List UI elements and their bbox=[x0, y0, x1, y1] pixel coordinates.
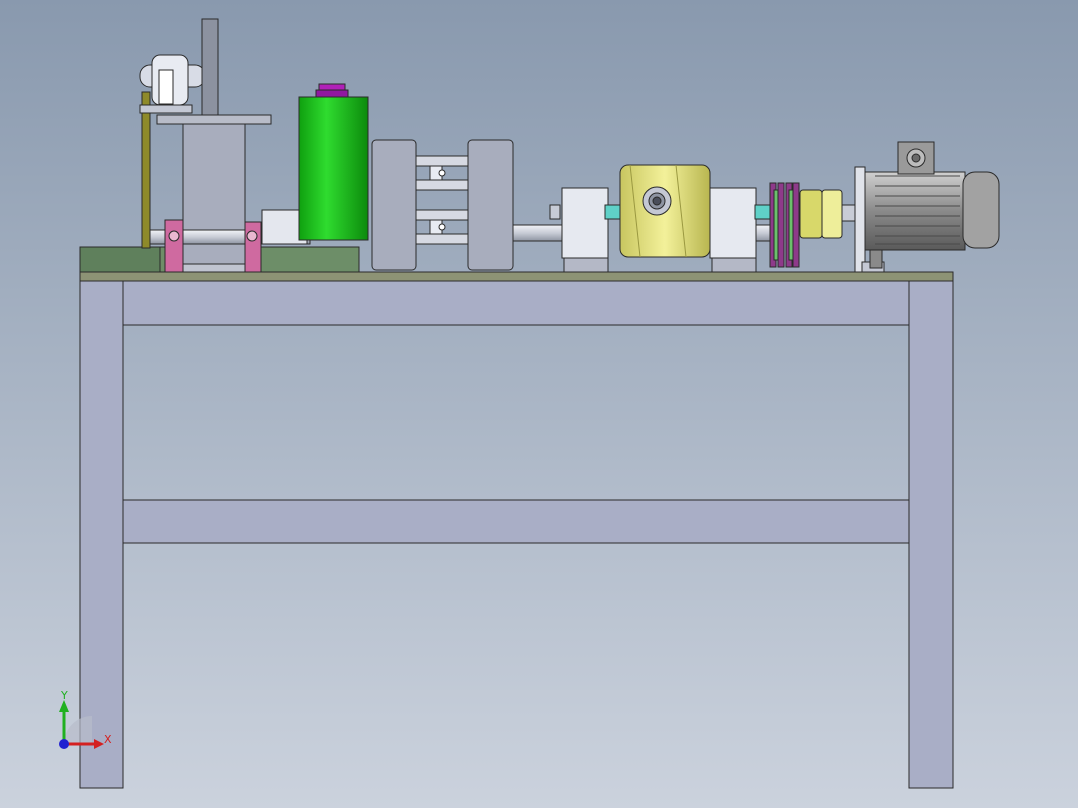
table-leg-right bbox=[908, 280, 954, 789]
table-leg-left bbox=[79, 280, 124, 789]
machine-drawing: Y X bbox=[0, 0, 1078, 808]
axis-x-label: X bbox=[104, 733, 112, 746]
pulley-set bbox=[769, 182, 800, 268]
worm-gear bbox=[619, 164, 711, 258]
guide-rod bbox=[141, 91, 151, 249]
axis-y-label: Y bbox=[60, 689, 68, 702]
table-top-plate bbox=[79, 271, 954, 282]
pneumatic-cylinder bbox=[298, 83, 369, 241]
table-top-rail bbox=[79, 280, 954, 326]
cad-viewport[interactable]: Y X bbox=[0, 0, 1078, 808]
motor-bracket bbox=[854, 166, 866, 273]
table-cross-rail bbox=[122, 499, 910, 544]
axis-z-point bbox=[59, 739, 69, 749]
drive-shaft bbox=[512, 224, 566, 242]
vertical-shaft bbox=[201, 18, 219, 116]
